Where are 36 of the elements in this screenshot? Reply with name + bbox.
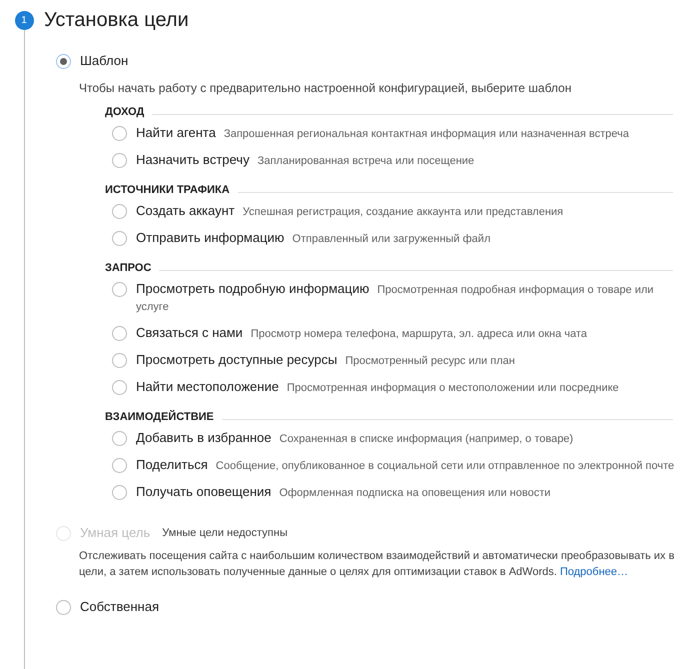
goal-option-text: Связаться с нами Просмотр номера телефона, маршрута, эл. адреса или окна чата xyxy=(136,325,588,342)
option-label: Умная цель xyxy=(80,524,150,542)
radio-button[interactable] xyxy=(112,458,127,473)
step-number: 1 xyxy=(14,11,34,30)
goal-option-text: Поделиться Сообщение, опубликованное в социальной сети или отправленное по электронной почте xyxy=(136,457,676,474)
radio-button[interactable] xyxy=(112,353,127,368)
option-description: Чтобы начать работу с предварительно настроенной конфигурацией, выберите шаблон xyxy=(78,80,572,96)
goal-option-text: Создать аккаунт Успешная регистрация, создание аккаунта или представления xyxy=(136,203,564,220)
option-label: Собственная xyxy=(80,598,159,616)
radio-button[interactable] xyxy=(112,126,127,141)
radio-button[interactable] xyxy=(112,485,127,500)
radio-button[interactable] xyxy=(56,600,71,614)
goal-option-text: Просмотреть подробную информацию Просмотренная подробная информация о товаре или услуге xyxy=(136,281,655,315)
group-heading: ИСТОЧНИКИ ТРАФИКА xyxy=(105,182,230,198)
goal-option-text: Отправить информацию Отправленный или загруженный файл xyxy=(136,230,492,247)
radio-button[interactable] xyxy=(56,54,71,68)
group-heading: ВЗАИМОДЕЙСТВИЕ xyxy=(105,409,214,425)
goal-option-text: Найти агента Запрошенная региональная контактная информация или назначенная встреча xyxy=(136,125,630,142)
goal-option-text: Назначить встречу Запланированная встреча или посещение xyxy=(136,152,476,169)
radio-button[interactable] xyxy=(112,282,127,297)
step-title: Установка цели xyxy=(44,8,190,32)
group-heading: ЗАПРОС xyxy=(105,260,152,276)
option-label: Шаблон xyxy=(80,52,128,70)
radio-button[interactable] xyxy=(112,231,127,246)
option-description: Отслеживать посещения сайта с наибольшим количеством взаимодействий и автоматически преобразовывать их в цели, а затем использовать полученные данные о целях для оптимизации ставок в AdWords. Подробнее… xyxy=(78,549,676,580)
option-note: Умные цели недоступны xyxy=(162,526,288,541)
goal-option-text: Получать оповещения Оформленная подписка на оповещения или новости xyxy=(136,484,552,501)
radio-button[interactable] xyxy=(112,204,127,219)
radio-button[interactable] xyxy=(112,380,127,395)
radio-button[interactable] xyxy=(112,153,127,168)
goal-option-text: Добавить в избранное Сохраненная в списке информация (например, о товаре) xyxy=(136,430,574,447)
goal-option-text: Найти местоположение Просмотренная информация о местоположении или посреднике xyxy=(136,379,620,396)
goal-option-text: Просмотреть доступные ресурсы Просмотренный ресурс или план xyxy=(136,352,516,369)
radio-button[interactable] xyxy=(112,326,127,341)
radio-button[interactable] xyxy=(112,431,127,446)
group-heading: ДОХОД xyxy=(105,104,144,120)
